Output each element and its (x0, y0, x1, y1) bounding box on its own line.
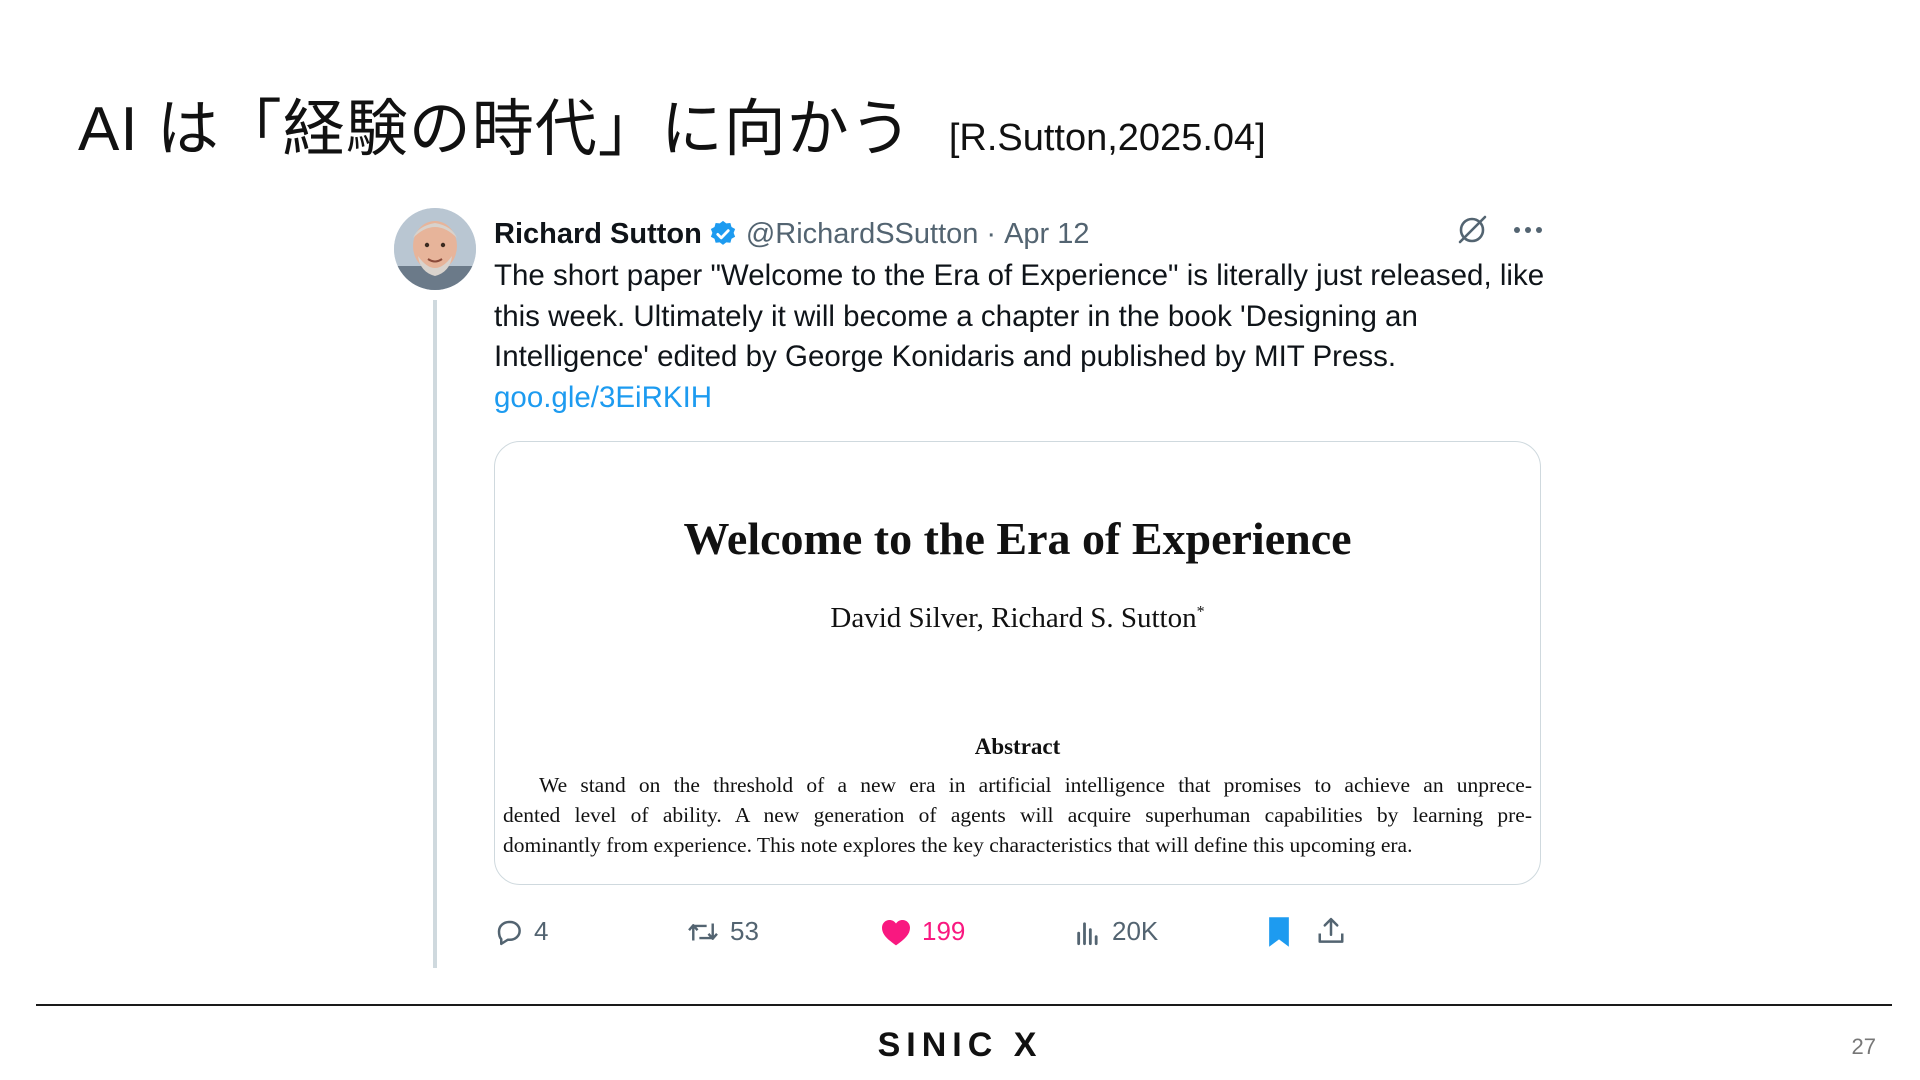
views-count: 20K (1112, 916, 1159, 946)
paper-authors-mark: * (1196, 603, 1205, 621)
share-icon (1318, 917, 1344, 943)
paper-authors: David Silver, Richard S. Sutton* (495, 602, 1540, 635)
header-separator: · (986, 217, 997, 250)
more-options-icon[interactable] (1512, 224, 1544, 236)
grok-icon[interactable] (1454, 212, 1490, 248)
paper-authors-names: David Silver, Richard S. Sutton (830, 602, 1197, 634)
paper-preview-card[interactable]: Welcome to the Era of Experience David S… (494, 441, 1541, 885)
slide-title-main: AI は「経験の時代」に向かう (78, 95, 913, 164)
heart-icon (882, 919, 910, 945)
abstract-line: dented level of ability. A new generatio… (503, 803, 1532, 827)
abstract-line: We stand on the threshold of a new era i… (539, 773, 1532, 797)
author-handle[interactable]: @RichardSSutton (746, 218, 979, 251)
avatar-photo (394, 208, 476, 290)
like-button[interactable]: 199 (880, 916, 965, 947)
paper-title: Welcome to the Era of Experience (683, 513, 1352, 564)
tweet-text-content: The short paper "Welcome to the Era of E… (494, 259, 1545, 373)
tweet-text: The short paper "Welcome to the Era of E… (494, 256, 1554, 418)
footer-divider (36, 1004, 1892, 1006)
author-name[interactable]: Richard Sutton (494, 218, 702, 251)
bookmark-icon (1269, 917, 1289, 947)
verified-badge-icon (708, 219, 738, 249)
tweet-link[interactable]: goo.gle/3EiRKIH (494, 378, 1554, 419)
tweet-header: Richard Sutton @RichardSSutton · Apr 12 (494, 214, 1090, 254)
abstract-heading: Abstract (974, 734, 1061, 759)
tweet-header-actions (1454, 212, 1544, 248)
avatar[interactable] (394, 208, 476, 290)
bookmark-button[interactable] (1266, 916, 1292, 948)
reply-icon (497, 920, 521, 945)
tweet-card[interactable]: Richard Sutton @RichardSSutton · Apr 12 (394, 208, 1544, 968)
abstract-text: We stand on the threshold of a new era i… (503, 770, 1532, 860)
views-button[interactable]: 20K (1074, 916, 1158, 947)
slide-title: AI は「経験の時代」に向かう [R.Sutton,2025.04] (78, 78, 1266, 168)
thread-line (433, 300, 437, 968)
retweet-count: 53 (730, 916, 759, 946)
page-number: 27 (1851, 1034, 1876, 1059)
reply-button[interactable]: 4 (494, 916, 548, 947)
slide-citation: [R.Sutton,2025.04] (948, 117, 1266, 159)
share-button[interactable] (1316, 916, 1346, 946)
footer-logo: SINIC X (877, 1026, 1043, 1064)
like-count: 199 (922, 916, 966, 946)
tweet-action-bar: 4 53 199 20K (494, 908, 1544, 958)
reply-count: 4 (534, 916, 549, 946)
abstract-line: dominantly from experience. This note ex… (503, 833, 1413, 857)
retweet-icon (688, 923, 718, 940)
views-chart-icon (1077, 921, 1098, 945)
retweet-button[interactable]: 53 (686, 916, 759, 947)
tweet-date[interactable]: Apr 12 (1004, 218, 1089, 251)
